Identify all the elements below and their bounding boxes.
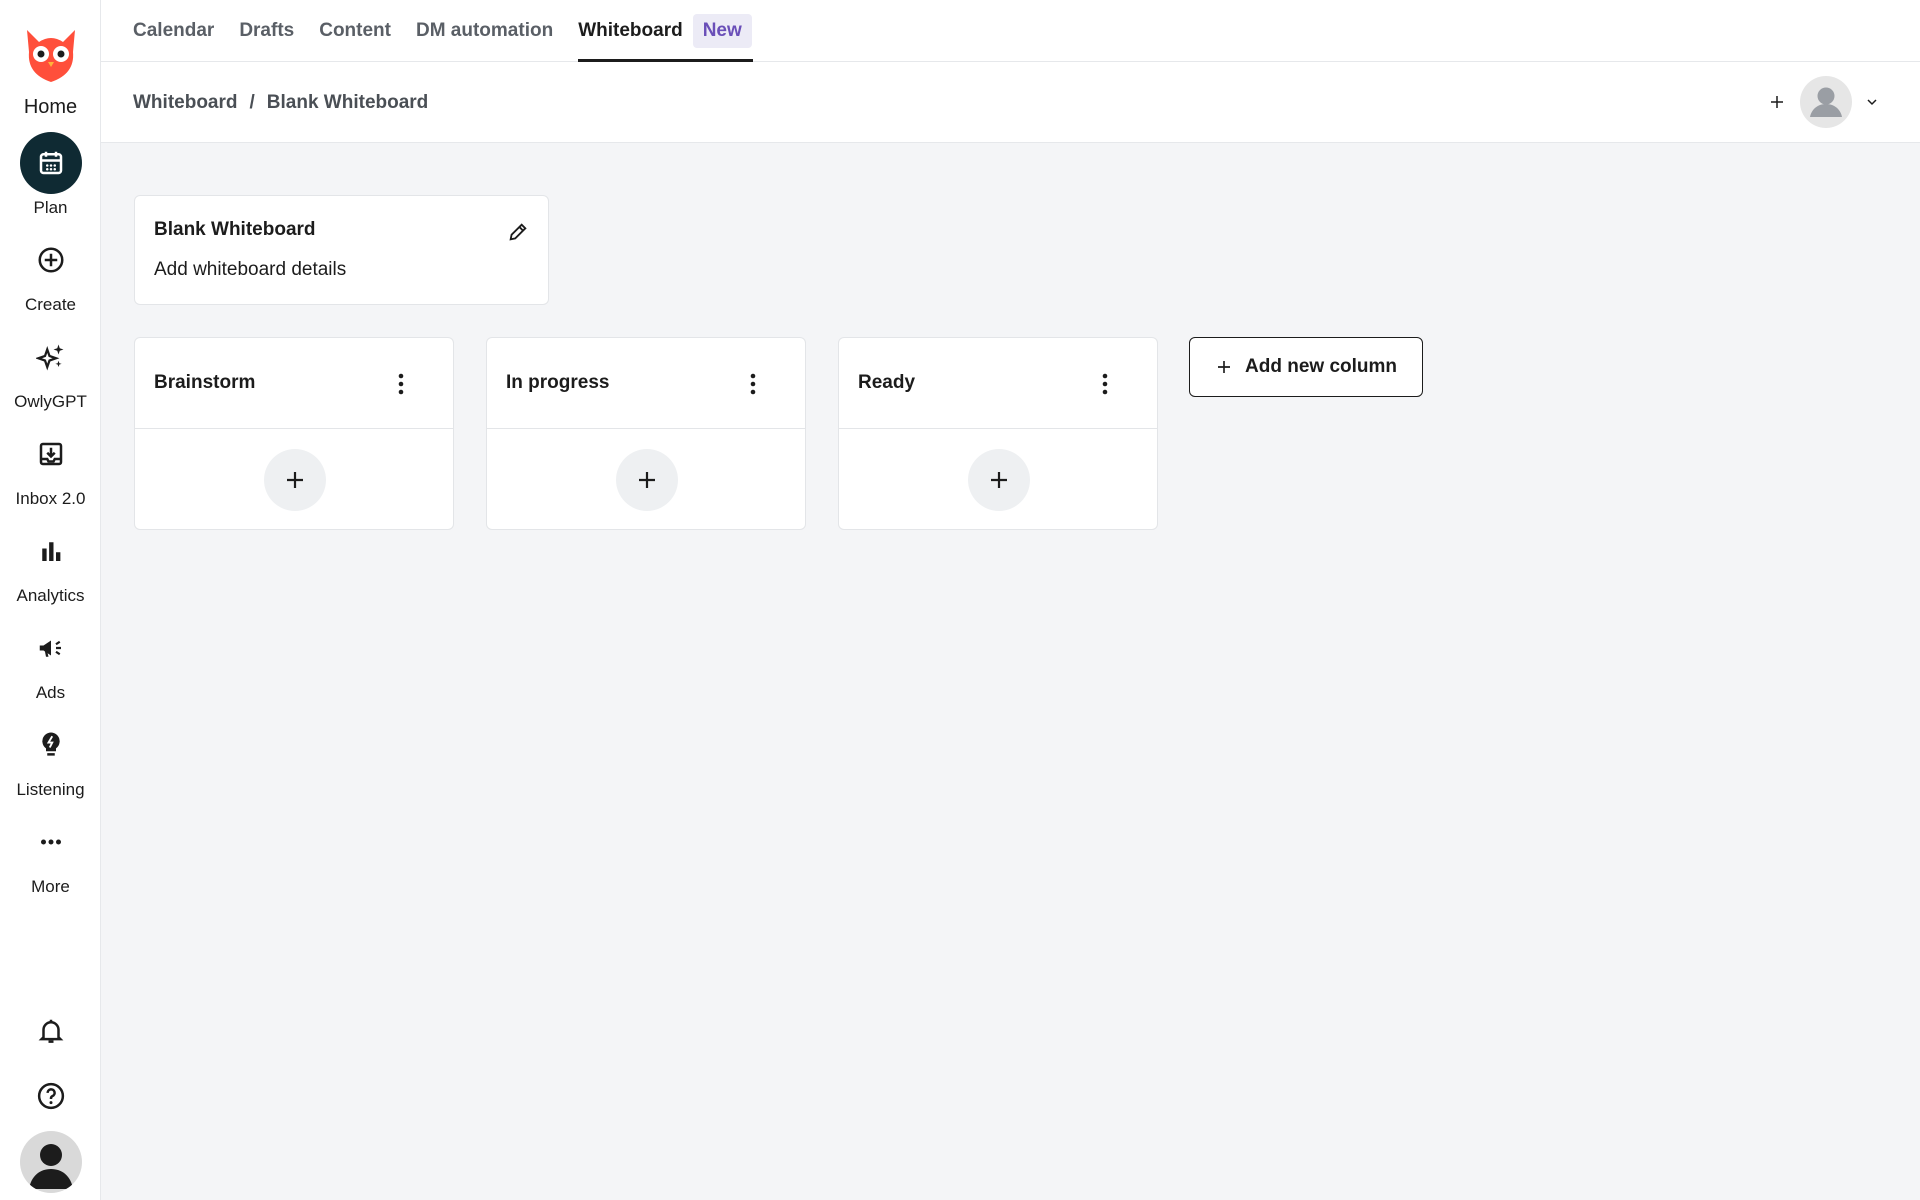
add-new-column-button[interactable]: Add new column — [1189, 337, 1423, 397]
column-title: In progress — [506, 372, 610, 393]
new-badge: New — [692, 14, 752, 48]
sidebar-item-label: Listening — [16, 780, 85, 799]
sparkle-icon — [20, 326, 82, 388]
calendar-icon — [19, 132, 82, 194]
sidebar-item-label: Ads — [35, 683, 66, 702]
app-root: Home Plan Create OwlyGPT Inbox 2.0 Analy… — [0, 0, 1920, 1200]
user-avatar[interactable] — [20, 1131, 82, 1193]
sidebar-item-analytics[interactable]: Analytics — [0, 520, 101, 606]
bar-chart-icon — [20, 520, 82, 582]
breadcrumb: Whiteboard / Blank Whiteboard — [133, 62, 428, 143]
account-avatar[interactable] — [1800, 76, 1852, 128]
add-new-column-label: Add new column — [1245, 356, 1397, 377]
add-button[interactable] — [1762, 87, 1792, 117]
tab-drafts[interactable]: Drafts — [239, 0, 294, 62]
plus-icon — [639, 472, 655, 488]
breadcrumb-current: Blank Whiteboard — [266, 91, 429, 113]
plus-icon — [991, 472, 1007, 488]
pencil-icon — [509, 223, 527, 241]
top-tab-bar: Calendar Drafts Content DM automation Wh… — [101, 0, 1920, 62]
sidebar-item-inbox[interactable]: Inbox 2.0 — [0, 423, 101, 509]
column-menu-icon[interactable] — [389, 369, 413, 399]
sidebar-item-label: Analytics — [16, 586, 85, 605]
inbox-icon — [20, 423, 82, 485]
whiteboard-info-card: Blank Whiteboard Add whiteboard details — [134, 195, 549, 305]
column-in-progress: In progress — [486, 337, 806, 530]
column-menu-icon[interactable] — [1093, 369, 1117, 399]
chevron-down-icon[interactable] — [1860, 90, 1884, 114]
sidebar-item-more[interactable]: More — [0, 811, 101, 897]
breadcrumb-whiteboard-link[interactable]: Whiteboard — [133, 92, 238, 114]
column-header: Ready — [839, 338, 1157, 429]
add-card-button[interactable] — [264, 449, 326, 511]
sidebar-item-label: Create — [24, 295, 77, 314]
column-ready: Ready — [838, 337, 1158, 530]
plus-circle-icon — [20, 229, 82, 291]
tab-content[interactable]: Content — [319, 0, 391, 62]
sidebar-item-plan[interactable]: Plan — [0, 132, 101, 218]
plus-icon — [287, 472, 303, 488]
sidebar-item-listening[interactable]: Listening — [0, 714, 101, 800]
sidebar-item-label: Inbox 2.0 — [15, 489, 86, 508]
breadcrumb-bar: Whiteboard / Blank Whiteboard — [101, 62, 1920, 143]
sidebar-item-ads[interactable]: Ads — [0, 617, 101, 703]
tab-whiteboard[interactable]: Whiteboard — [578, 0, 752, 62]
column-header: In progress — [487, 338, 805, 429]
whiteboard-title: Blank Whiteboard — [154, 219, 316, 240]
hootsuite-owl-logo[interactable] — [19, 22, 83, 86]
sidebar-item-create[interactable]: Create — [0, 229, 101, 315]
column-header: Brainstorm — [135, 338, 453, 429]
column-menu-icon[interactable] — [741, 369, 765, 399]
column-title: Brainstorm — [154, 372, 256, 393]
tab-calendar[interactable]: Calendar — [133, 0, 214, 62]
megaphone-icon — [20, 617, 82, 679]
bulb-icon — [20, 714, 82, 776]
whiteboard-details-field[interactable]: Add whiteboard details — [154, 259, 346, 281]
plus-icon — [1771, 96, 1783, 108]
add-card-button[interactable] — [616, 449, 678, 511]
bell-icon[interactable] — [20, 1000, 82, 1062]
sidebar-item-label: More — [31, 877, 70, 896]
edit-whiteboard-button[interactable] — [504, 218, 532, 246]
sidebar-item-label: OwlyGPT — [14, 392, 87, 411]
sidebar: Home Plan Create OwlyGPT Inbox 2.0 Analy… — [0, 0, 101, 1200]
column-title: Ready — [858, 372, 916, 393]
sidebar-item-label: Plan — [33, 198, 68, 217]
tab-list: Calendar Drafts Content DM automation Wh… — [133, 0, 752, 62]
plus-icon — [1215, 358, 1233, 376]
add-card-button[interactable] — [968, 449, 1030, 511]
more-icon — [20, 811, 82, 873]
help-icon[interactable] — [20, 1065, 82, 1127]
home-label[interactable]: Home — [0, 96, 101, 119]
tab-dm-automation[interactable]: DM automation — [416, 0, 553, 62]
sidebar-item-owlygpt[interactable]: OwlyGPT — [0, 326, 101, 412]
column-brainstorm: Brainstorm — [134, 337, 454, 530]
breadcrumb-separator: / — [249, 91, 255, 113]
top-actions — [1762, 76, 1884, 128]
